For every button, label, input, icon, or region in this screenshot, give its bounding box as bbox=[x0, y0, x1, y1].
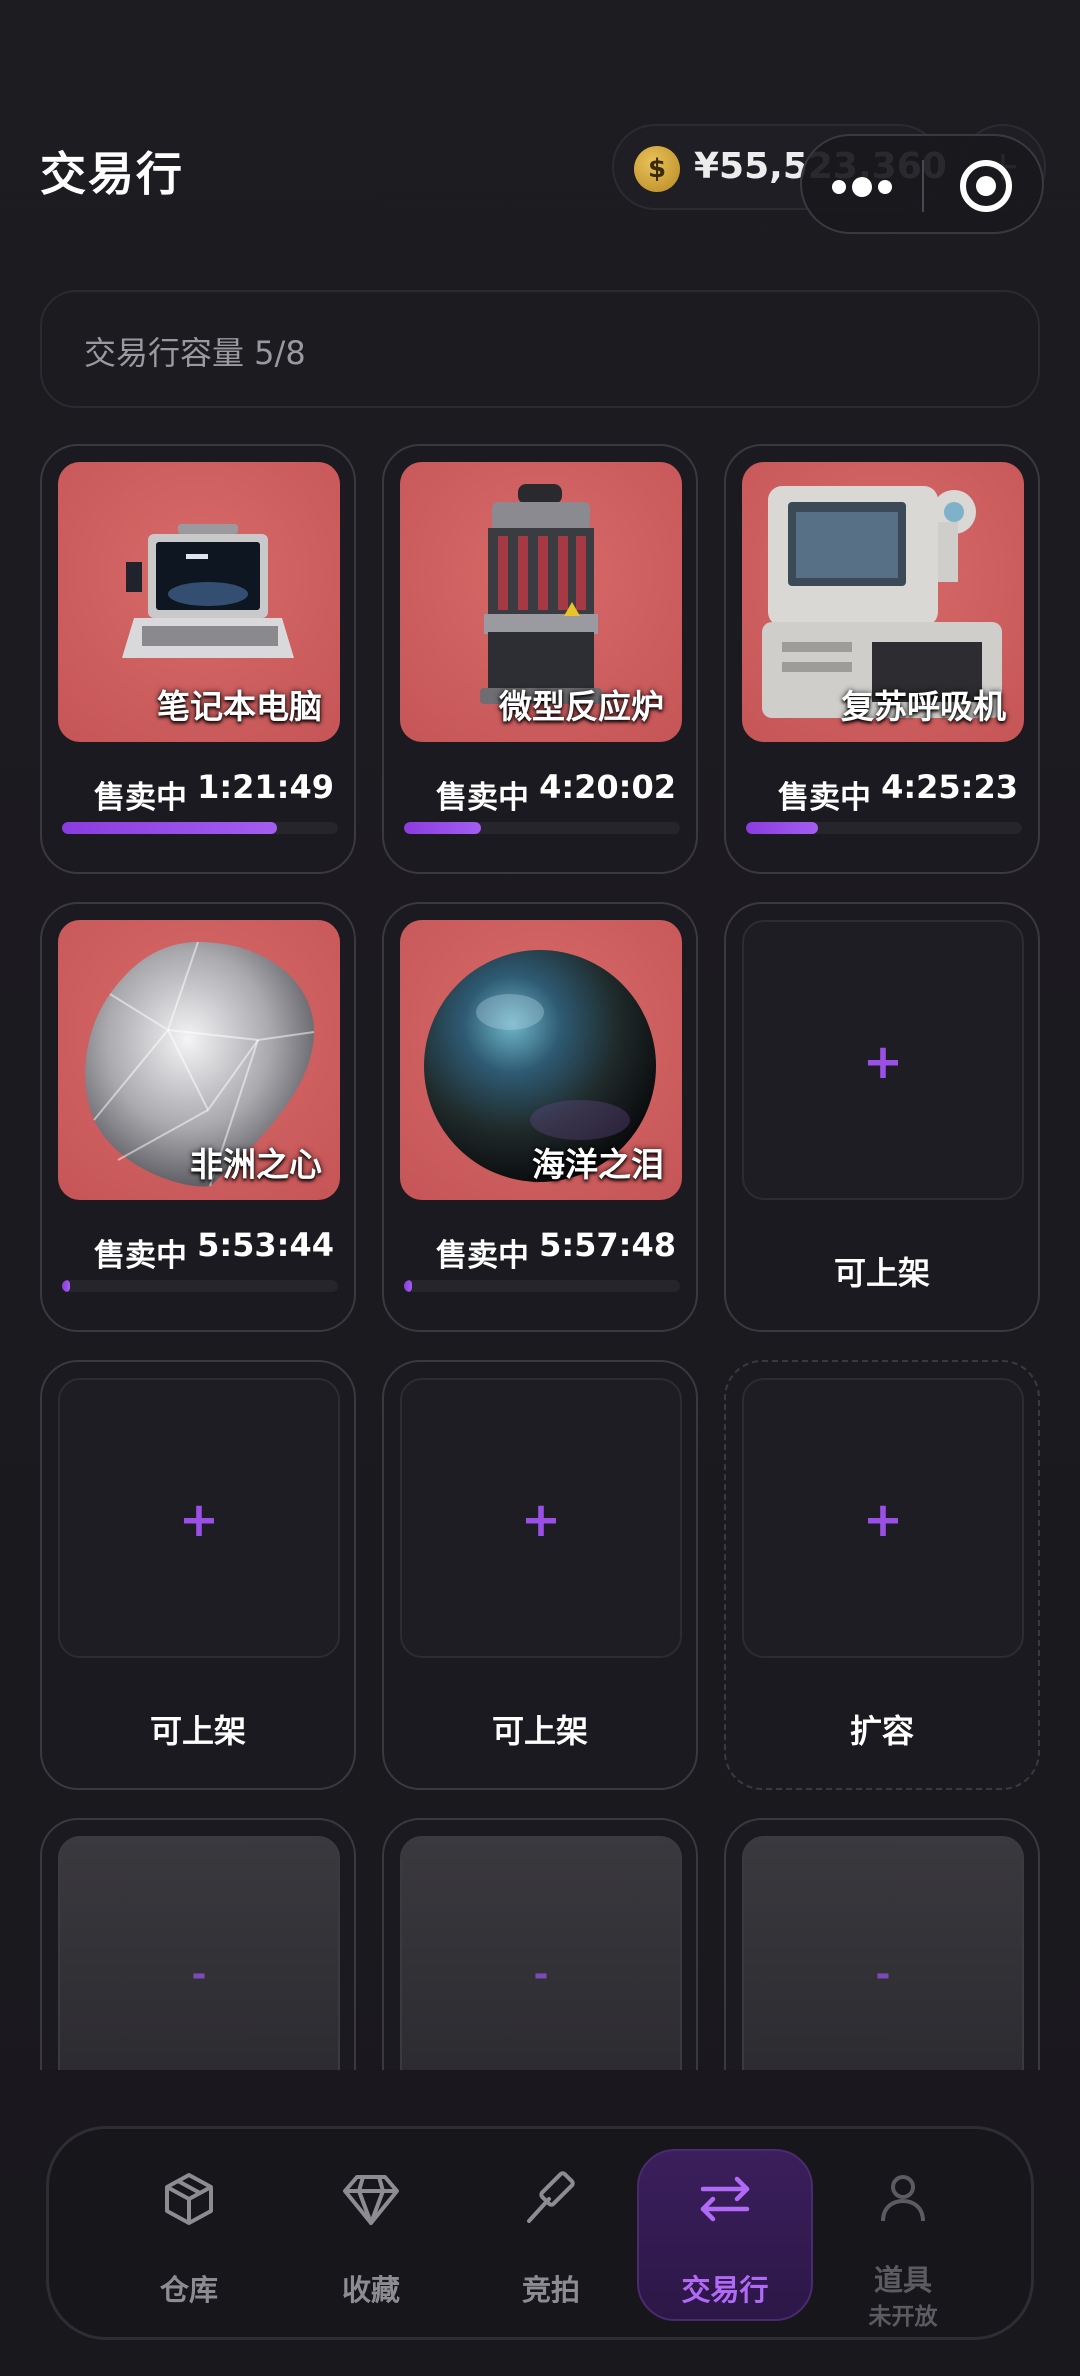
listing-timer: 4:20:02 bbox=[539, 768, 676, 806]
listing-status: 售卖中 bbox=[94, 1238, 187, 1274]
more-options-icon[interactable] bbox=[832, 168, 892, 204]
item-image-ventilator: 复苏呼吸机 bbox=[742, 462, 1024, 742]
nav-label: 竞拍 bbox=[521, 2273, 580, 2307]
locked-slot-box: - bbox=[742, 1836, 1024, 2070]
diamond-icon bbox=[343, 2175, 399, 2225]
item-image-laptop: 笔记本电脑 bbox=[58, 462, 340, 742]
listing-card-ventilator[interactable]: 复苏呼吸机 售卖中 4:25:23 bbox=[724, 444, 1040, 874]
listing-card-tear-of-ocean[interactable]: 海洋之泪 售卖中 5:57:48 bbox=[382, 902, 698, 1332]
expand-label: 扩容 bbox=[849, 1712, 914, 1750]
listing-timer: 1:21:49 bbox=[197, 768, 334, 806]
locked-slot: - bbox=[724, 1818, 1040, 2070]
hammer-icon bbox=[527, 2171, 575, 2223]
listing-status: 售卖中 bbox=[778, 780, 871, 816]
item-name: 微型反应炉 bbox=[499, 687, 664, 726]
page-title: 交易行 bbox=[40, 147, 184, 201]
listing-timer: 5:53:44 bbox=[197, 1226, 334, 1264]
nav-label: 道具 bbox=[873, 2263, 932, 2297]
listing-status: 售卖中 bbox=[436, 780, 529, 816]
listing-progress bbox=[404, 1280, 680, 1292]
empty-slot[interactable]: + 可上架 bbox=[40, 1360, 356, 1790]
listing-progress bbox=[746, 822, 1022, 834]
slot-grid: 笔记本电脑 售卖中 1:21:49 微型反应炉 售卖中 4:20:02 复苏呼吸… bbox=[40, 444, 1040, 2070]
nav-label: 仓库 bbox=[159, 2273, 218, 2307]
listing-card-heart-of-africa[interactable]: 非洲之心 售卖中 5:53:44 bbox=[40, 902, 356, 1332]
listing-status: 售卖中 bbox=[94, 780, 187, 816]
empty-slot-box: + bbox=[58, 1378, 340, 1658]
minus-icon: - bbox=[875, 1954, 891, 1995]
plus-icon: + bbox=[862, 1034, 904, 1090]
listing-timer: 5:57:48 bbox=[539, 1226, 676, 1264]
listing-progress bbox=[62, 1280, 338, 1292]
nav-sublabel: 未开放 bbox=[868, 2304, 938, 2330]
plus-icon: + bbox=[520, 1492, 562, 1548]
listing-progress bbox=[404, 822, 680, 834]
empty-slot[interactable]: + 可上架 bbox=[382, 1360, 698, 1790]
item-name: 非洲之心 bbox=[190, 1145, 322, 1184]
item-name: 复苏呼吸机 bbox=[841, 687, 1006, 726]
plus-icon: + bbox=[862, 1492, 904, 1548]
box-icon bbox=[165, 2173, 213, 2225]
item-name: 笔记本电脑 bbox=[157, 687, 322, 726]
item-image-reactor: 微型反应炉 bbox=[400, 462, 682, 742]
expand-slot[interactable]: + 扩容 bbox=[724, 1360, 1040, 1790]
slot-label: 可上架 bbox=[149, 1712, 246, 1750]
listing-progress bbox=[62, 822, 338, 834]
nav-item-collection[interactable]: 收藏 bbox=[283, 2129, 459, 2343]
mini-program-capsule bbox=[800, 134, 1044, 234]
locked-slot-box: - bbox=[58, 1836, 340, 2070]
expand-slot-box: + bbox=[742, 1378, 1024, 1658]
minus-icon: - bbox=[191, 1954, 207, 1995]
nav-label: 交易行 bbox=[681, 2273, 769, 2307]
listing-status: 售卖中 bbox=[436, 1238, 529, 1274]
bottom-nav: 仓库 收藏 竞拍 交易行 道具 未开放 bbox=[46, 2126, 1034, 2340]
minus-icon: - bbox=[533, 1954, 549, 1995]
listing-card-laptop[interactable]: 笔记本电脑 售卖中 1:21:49 bbox=[40, 444, 356, 874]
item-image-diamond: 非洲之心 bbox=[58, 920, 340, 1200]
nav-item-trading[interactable]: 交易行 bbox=[637, 2129, 813, 2343]
nav-item-auction[interactable]: 竞拍 bbox=[463, 2129, 639, 2343]
item-name: 海洋之泪 bbox=[532, 1145, 664, 1184]
slot-label: 可上架 bbox=[833, 1254, 930, 1292]
trading-page: 交易行 $ ¥55,523,360 + 交易行容量 5/8 bbox=[0, 0, 1080, 2376]
capacity-bar: 交易行容量 5/8 bbox=[40, 290, 1040, 408]
capsule-divider bbox=[922, 160, 924, 212]
coin-icon: $ bbox=[634, 146, 680, 192]
empty-slot-box: + bbox=[742, 920, 1024, 1200]
locked-slot-box: - bbox=[400, 1836, 682, 2070]
nav-label: 收藏 bbox=[341, 2273, 400, 2307]
swap-arrows-icon bbox=[700, 2176, 750, 2222]
listing-card-reactor[interactable]: 微型反应炉 售卖中 4:20:02 bbox=[382, 444, 698, 874]
locked-slot: - bbox=[40, 1818, 356, 2070]
slot-label: 可上架 bbox=[491, 1712, 588, 1750]
nav-item-warehouse[interactable]: 仓库 bbox=[101, 2129, 277, 2343]
listing-timer: 4:25:23 bbox=[881, 768, 1018, 806]
nav-item-props: 道具 未开放 bbox=[815, 2129, 991, 2343]
plus-icon: + bbox=[178, 1492, 220, 1548]
empty-slot[interactable]: + 可上架 bbox=[724, 902, 1040, 1332]
item-image-pearl: 海洋之泪 bbox=[400, 920, 682, 1200]
locked-slot: - bbox=[382, 1818, 698, 2070]
person-icon bbox=[881, 2175, 925, 2222]
capacity-label: 交易行容量 5/8 bbox=[84, 334, 306, 372]
close-target-icon[interactable] bbox=[960, 160, 1012, 212]
empty-slot-box: + bbox=[400, 1378, 682, 1658]
